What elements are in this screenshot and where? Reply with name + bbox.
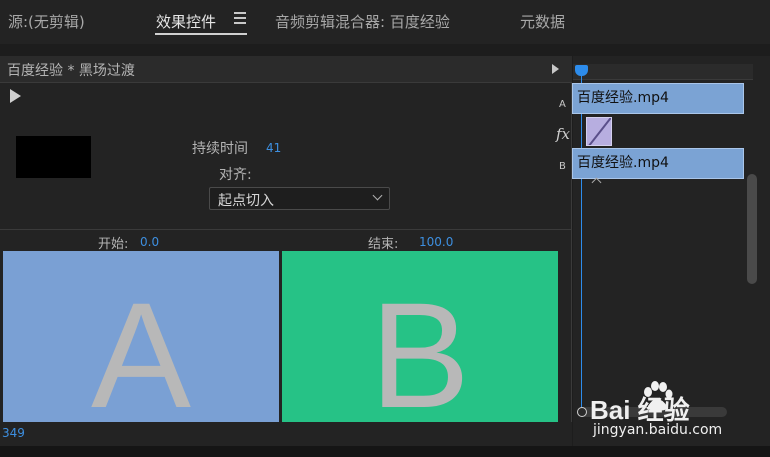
preview-b[interactable]: B (282, 251, 558, 422)
alignment-selected-value: 起点切入 (218, 193, 274, 209)
alignment-select[interactable]: 起点切入 (209, 187, 390, 210)
divider (0, 229, 572, 230)
watermark: Bai 经验 jingyan.baidu.com (578, 376, 748, 446)
play-transition-icon[interactable] (10, 89, 21, 103)
duration-value[interactable]: 41 (266, 141, 281, 155)
panel-header: 百度经验 * 黑场过渡 (0, 56, 572, 83)
time-ruler[interactable] (573, 64, 753, 80)
tab-metadata[interactable]: 元数据 (520, 11, 565, 32)
caret-up-icon (591, 177, 602, 188)
active-tab-indicator (155, 33, 247, 35)
end-value[interactable]: 100.0 (419, 235, 453, 249)
playhead-icon[interactable] (575, 65, 588, 76)
panel-menu-icon[interactable] (234, 12, 246, 24)
transition-clip[interactable] (586, 117, 612, 146)
tab-source[interactable]: 源:(无剪辑) (8, 11, 85, 32)
playhead-line (581, 76, 582, 412)
preview-a-letter: A (90, 270, 192, 423)
effect-controls-panel: 百度经验 * 黑场过渡 持续时间 41 对齐: 起点切入 开始: 0.0 结束:… (0, 56, 572, 422)
tab-audio-clip-mixer[interactable]: 音频剪辑混合器: 百度经验 (275, 11, 450, 32)
watermark-url: jingyan.baidu.com (593, 422, 723, 438)
expand-arrow-icon[interactable] (552, 64, 559, 74)
timecode[interactable]: 349 (2, 426, 25, 440)
track-a-label: A (559, 99, 566, 110)
vertical-scrollbar[interactable] (747, 174, 757, 394)
clip-b-name: 百度经验.mp4 (577, 155, 669, 171)
transition-thumbnail (16, 136, 91, 178)
vertical-scrollbar-thumb[interactable] (747, 174, 757, 284)
preview-a[interactable]: A (3, 251, 279, 422)
clip-a[interactable]: 百度经验.mp4 (572, 83, 744, 114)
preview-b-letter: B (369, 270, 471, 423)
chevron-down-icon (372, 190, 383, 201)
panel-title: 百度经验 * 黑场过渡 (7, 63, 135, 79)
end-label: 结束: (368, 237, 399, 252)
fx-icon: fx (556, 125, 571, 143)
clip-b[interactable]: 百度经验.mp4 (572, 148, 744, 179)
tab-bar: 源:(无剪辑) 效果控件 音频剪辑混合器: 百度经验 元数据 (0, 0, 770, 44)
duration-label: 持续时间 (192, 141, 248, 157)
status-bar: 349 (0, 422, 572, 446)
clip-a-name: 百度经验.mp4 (577, 90, 669, 106)
start-label: 开始: (98, 237, 129, 252)
start-value[interactable]: 0.0 (140, 235, 159, 249)
tab-effect-controls[interactable]: 效果控件 (156, 11, 216, 32)
bottom-strip (0, 446, 770, 457)
alignment-label: 对齐: (219, 167, 252, 183)
track-b-label: B (559, 161, 566, 172)
paw-icon (644, 381, 673, 411)
